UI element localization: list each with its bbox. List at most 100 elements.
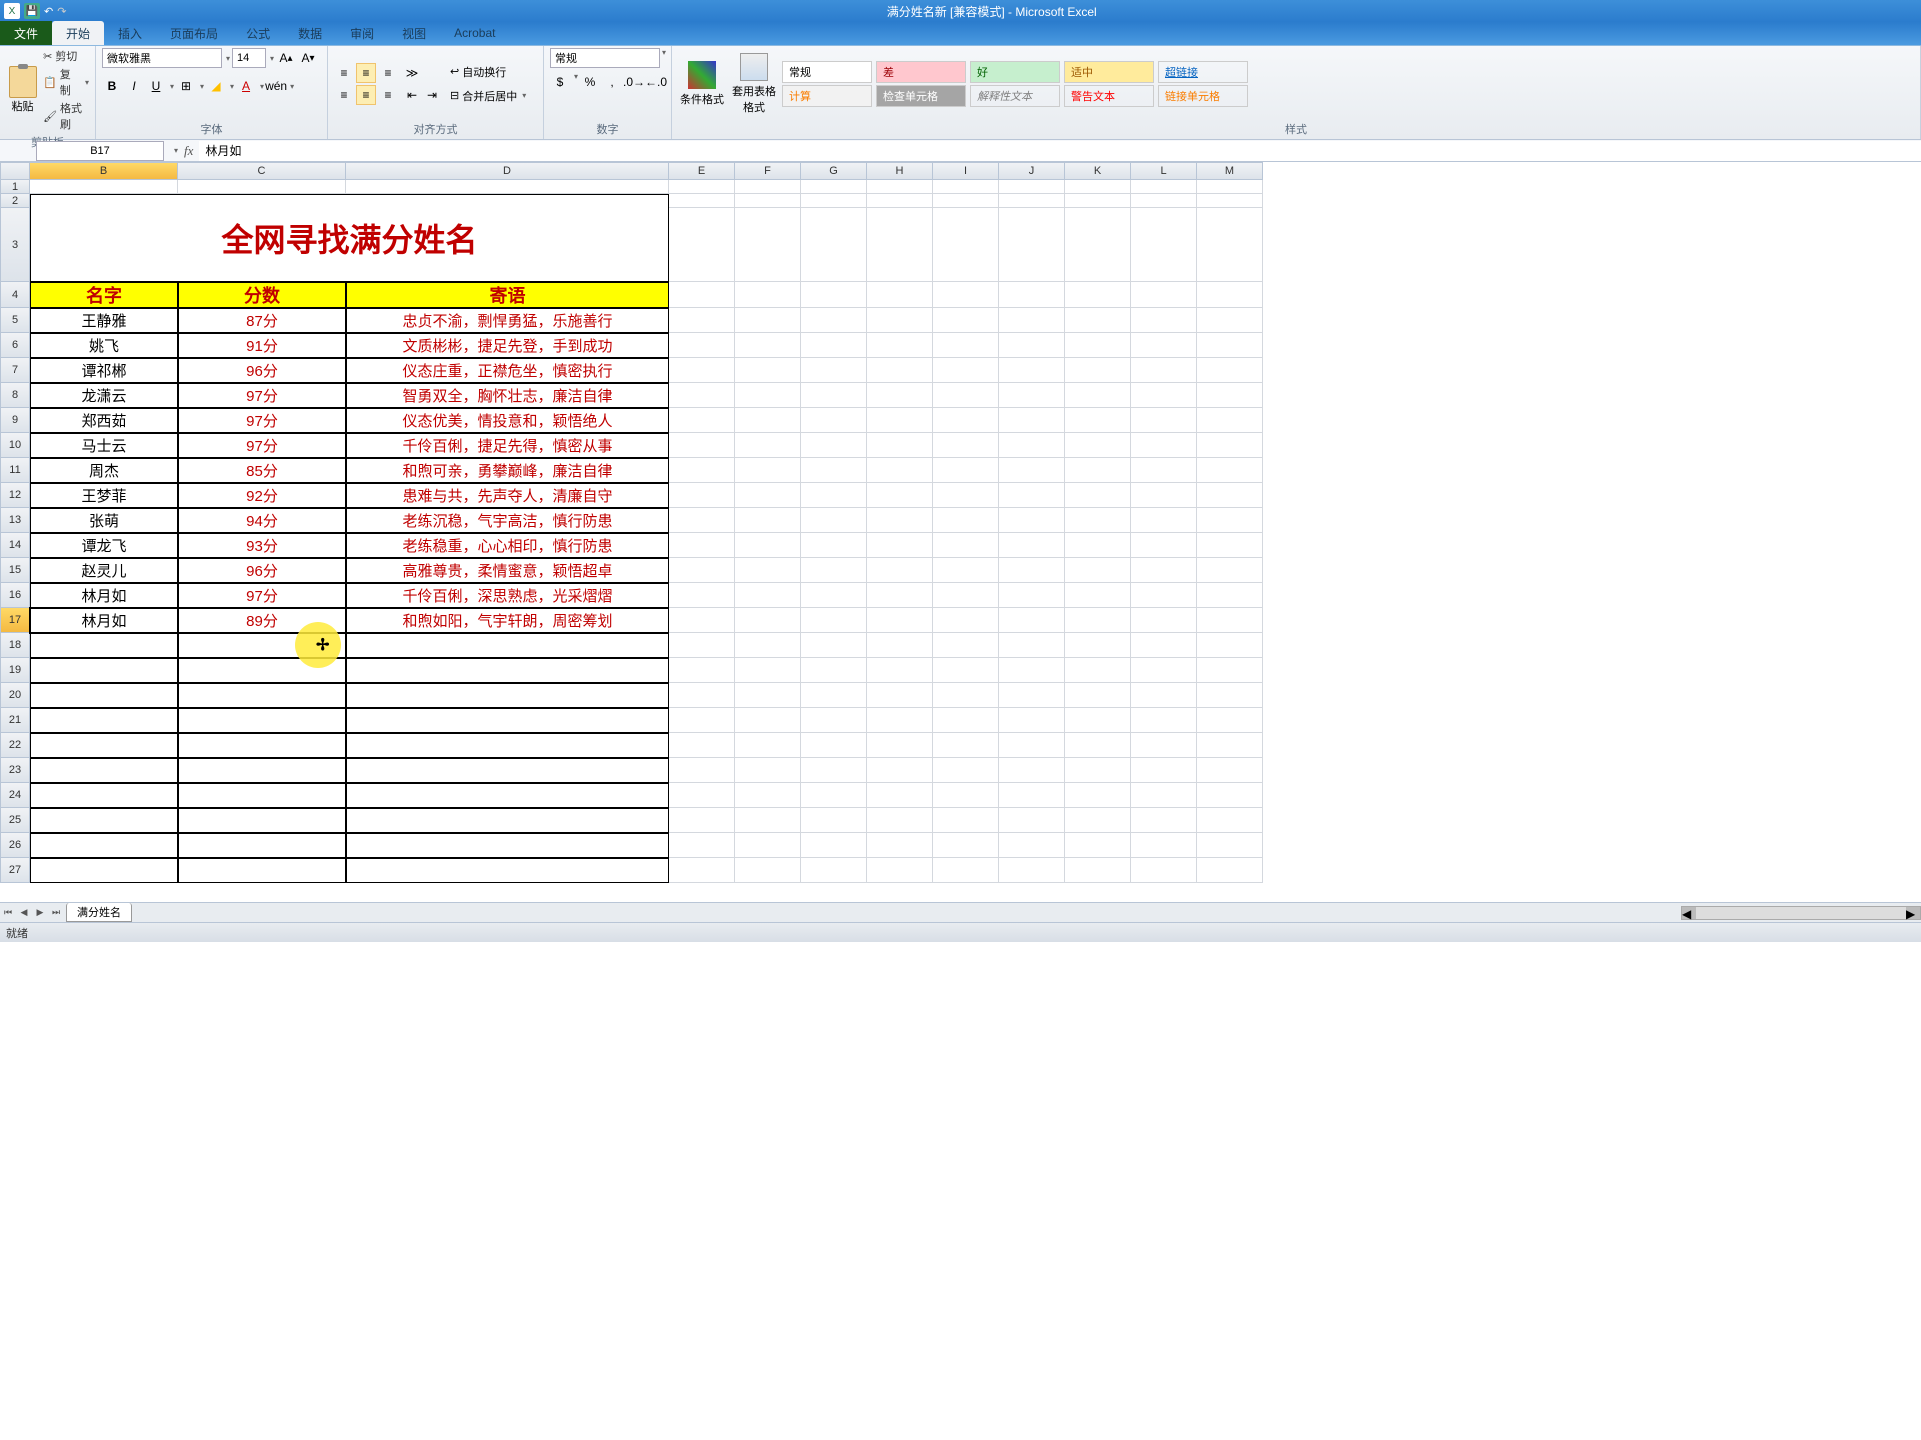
- cell[interactable]: [1065, 708, 1131, 733]
- cell[interactable]: [801, 708, 867, 733]
- comma-button[interactable]: ,: [602, 72, 622, 92]
- cell[interactable]: [1131, 583, 1197, 608]
- cell[interactable]: [30, 180, 178, 194]
- cell[interactable]: [669, 608, 735, 633]
- style-good[interactable]: 好: [970, 61, 1060, 83]
- table-row[interactable]: 97分: [178, 583, 346, 608]
- table-row[interactable]: [30, 708, 178, 733]
- cell[interactable]: [735, 458, 801, 483]
- row-header-6[interactable]: 6: [0, 333, 30, 358]
- cell[interactable]: [735, 833, 801, 858]
- cell[interactable]: [801, 194, 867, 208]
- cell[interactable]: [933, 433, 999, 458]
- col-header-L[interactable]: L: [1131, 162, 1197, 180]
- sheet-nav-prev[interactable]: ◀: [16, 905, 32, 921]
- cell[interactable]: [801, 808, 867, 833]
- col-header-G[interactable]: G: [801, 162, 867, 180]
- cell[interactable]: [669, 783, 735, 808]
- cell[interactable]: [1197, 358, 1263, 383]
- cell[interactable]: [1065, 783, 1131, 808]
- col-header-J[interactable]: J: [999, 162, 1065, 180]
- decrease-font-button[interactable]: A▾: [298, 48, 318, 68]
- cell[interactable]: [867, 608, 933, 633]
- cell[interactable]: [999, 208, 1065, 282]
- cell[interactable]: [1065, 194, 1131, 208]
- table-row[interactable]: 郑西茹: [30, 408, 178, 433]
- cell[interactable]: [933, 783, 999, 808]
- sheet-tab-active[interactable]: 满分姓名: [66, 903, 132, 922]
- underline-button[interactable]: U: [146, 76, 166, 96]
- table-row[interactable]: 千伶百俐，深思熟虑，光采熠熠: [346, 583, 669, 608]
- cell[interactable]: [735, 608, 801, 633]
- cell[interactable]: [801, 208, 867, 282]
- cell[interactable]: [1197, 383, 1263, 408]
- table-row[interactable]: [346, 708, 669, 733]
- table-format-button[interactable]: 套用表格格式: [730, 53, 778, 115]
- cell[interactable]: [999, 583, 1065, 608]
- italic-button[interactable]: I: [124, 76, 144, 96]
- cell[interactable]: [1065, 282, 1131, 308]
- table-row[interactable]: 龙潇云: [30, 383, 178, 408]
- cell[interactable]: [1197, 658, 1263, 683]
- style-normal[interactable]: 常规: [782, 61, 872, 83]
- cell[interactable]: [1131, 808, 1197, 833]
- cell[interactable]: [735, 508, 801, 533]
- cell[interactable]: [669, 358, 735, 383]
- cell[interactable]: [735, 208, 801, 282]
- cell[interactable]: [1065, 658, 1131, 683]
- table-row[interactable]: 97分: [178, 383, 346, 408]
- table-row[interactable]: [30, 658, 178, 683]
- cell[interactable]: [1197, 333, 1263, 358]
- cell[interactable]: [801, 608, 867, 633]
- cell[interactable]: [867, 833, 933, 858]
- phonetic-button[interactable]: wén: [266, 76, 286, 96]
- cell[interactable]: [1131, 483, 1197, 508]
- col-header-B[interactable]: B: [30, 162, 178, 180]
- cell[interactable]: [1131, 458, 1197, 483]
- table-row[interactable]: [178, 833, 346, 858]
- cell[interactable]: [867, 383, 933, 408]
- table-row[interactable]: [346, 658, 669, 683]
- cell[interactable]: [1065, 180, 1131, 194]
- align-right-button[interactable]: ≡: [378, 85, 398, 105]
- cell[interactable]: [735, 483, 801, 508]
- cell[interactable]: [999, 433, 1065, 458]
- fx-icon[interactable]: fx: [178, 143, 199, 159]
- cell[interactable]: [867, 282, 933, 308]
- cell[interactable]: [867, 483, 933, 508]
- cell[interactable]: [933, 808, 999, 833]
- table-row[interactable]: 千伶百俐，捷足先得，慎密从事: [346, 433, 669, 458]
- table-row[interactable]: [346, 783, 669, 808]
- cell[interactable]: [999, 333, 1065, 358]
- cell[interactable]: [669, 408, 735, 433]
- cell[interactable]: [735, 633, 801, 658]
- cell[interactable]: [1131, 833, 1197, 858]
- cell[interactable]: [999, 508, 1065, 533]
- row-header-26[interactable]: 26: [0, 833, 30, 858]
- col-header-H[interactable]: H: [867, 162, 933, 180]
- cell[interactable]: [1197, 633, 1263, 658]
- cell[interactable]: [867, 733, 933, 758]
- row-header-10[interactable]: 10: [0, 433, 30, 458]
- fill-color-button[interactable]: ◢: [206, 76, 226, 96]
- table-row[interactable]: 张萌: [30, 508, 178, 533]
- cell[interactable]: [933, 608, 999, 633]
- cell[interactable]: [1131, 858, 1197, 883]
- cell[interactable]: [1065, 633, 1131, 658]
- col-header-K[interactable]: K: [1065, 162, 1131, 180]
- cell[interactable]: [867, 708, 933, 733]
- cell[interactable]: [1197, 708, 1263, 733]
- table-row[interactable]: 91分: [178, 333, 346, 358]
- cell[interactable]: [933, 483, 999, 508]
- cell[interactable]: [1065, 408, 1131, 433]
- cell[interactable]: [933, 833, 999, 858]
- horizontal-scrollbar[interactable]: ◀ ▶: [1681, 906, 1921, 920]
- header-msg[interactable]: 寄语: [346, 282, 669, 308]
- redo-icon[interactable]: ↷: [57, 5, 66, 18]
- table-row[interactable]: 85分: [178, 458, 346, 483]
- tab-review[interactable]: 审阅: [336, 21, 388, 45]
- cell[interactable]: [178, 180, 346, 194]
- cell[interactable]: [669, 633, 735, 658]
- cell[interactable]: [801, 458, 867, 483]
- col-header-D[interactable]: D: [346, 162, 669, 180]
